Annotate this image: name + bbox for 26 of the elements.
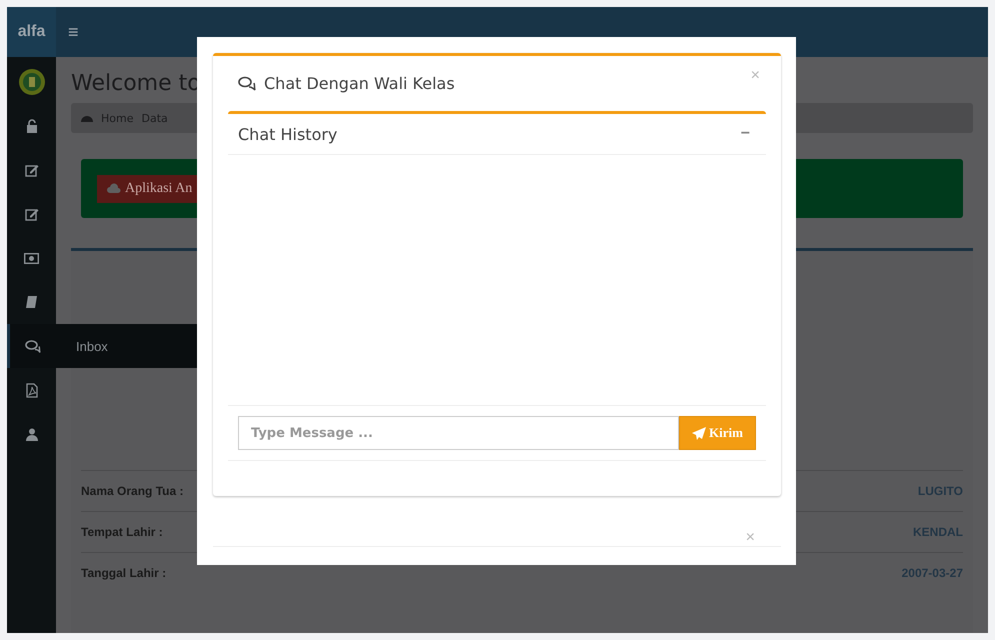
profile-label: Tanggal Lahir : [81, 566, 166, 580]
money-icon [24, 252, 39, 264]
chat-icon [238, 76, 256, 91]
message-input[interactable]: Type Message ... [238, 416, 679, 450]
send-button[interactable]: Kirim [679, 416, 756, 450]
unlock-icon [26, 119, 38, 133]
sidebar-item[interactable] [7, 324, 56, 368]
profile-label: Nama Orang Tua : [81, 484, 184, 498]
user-icon [26, 428, 38, 440]
paper-plane-icon [692, 426, 706, 440]
collapse-button[interactable]: − [734, 124, 756, 144]
chat-history-title: Chat History [238, 124, 338, 144]
app-logo[interactable]: alfa [7, 7, 56, 57]
menu-button[interactable]: ≡ [64, 20, 83, 44]
sidebar-flyout-label[interactable]: Inbox [56, 324, 197, 368]
close-button[interactable]: × [744, 66, 766, 86]
profile-label: Tempat Lahir : [81, 525, 163, 539]
modal-title: Chat Dengan Wali Kelas [264, 74, 455, 93]
cloud-download-icon [107, 183, 121, 194]
dashboard-icon [81, 113, 93, 123]
edit-icon [24, 207, 38, 221]
chat-icon [25, 340, 41, 352]
edit-icon [24, 163, 38, 177]
school-emblem-icon [18, 68, 46, 96]
close-button[interactable]: × [740, 528, 761, 548]
pdf-file-icon [26, 382, 38, 398]
